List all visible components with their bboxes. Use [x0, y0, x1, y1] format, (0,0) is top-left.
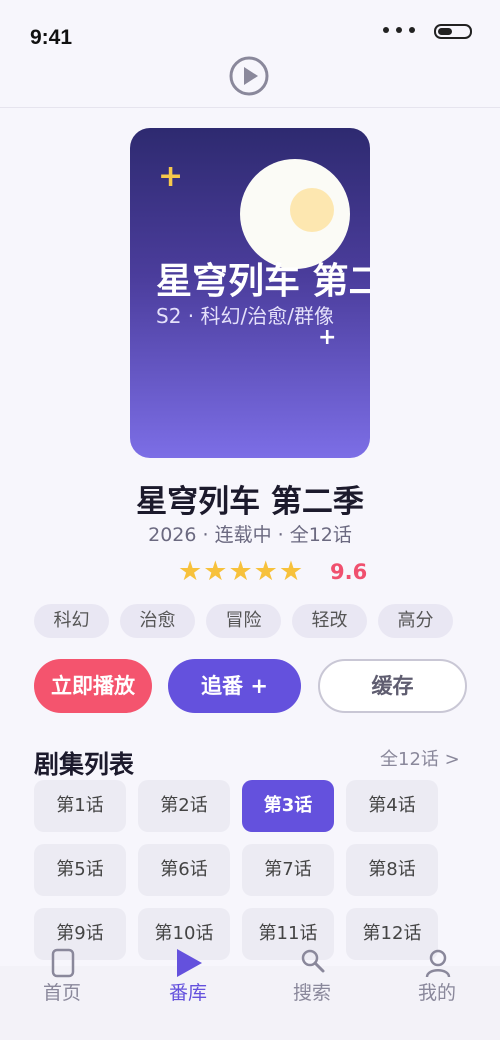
- star-icon: ★: [203, 556, 228, 587]
- signal-dot-icon: [383, 27, 389, 33]
- cover-image[interactable]: + + 星穹列车 第二季 S2 · 科幻/治愈/群像: [130, 128, 370, 458]
- episode-button[interactable]: 第6话: [138, 844, 230, 896]
- episode-button[interactable]: 第1话: [34, 780, 126, 832]
- nav-label: 我的: [417, 982, 456, 1004]
- tag-chip[interactable]: 高分: [378, 604, 453, 638]
- battery-icon: [434, 24, 472, 39]
- phone-icon: [51, 948, 75, 978]
- episode-button[interactable]: 第4话: [346, 780, 438, 832]
- nav-label: 番库: [168, 982, 207, 1004]
- episode-button[interactable]: 第8话: [346, 844, 438, 896]
- status-time: 9:41: [30, 26, 73, 49]
- nav-item-search[interactable]: 搜索: [262, 949, 362, 1040]
- follow-button[interactable]: 追番 +: [168, 659, 301, 713]
- signal-dot-icon: [396, 27, 402, 33]
- bottom-nav: 首页 番库 搜索 我的: [0, 948, 500, 1040]
- star-icon: ★: [178, 556, 203, 587]
- show-title: 星穹列车 第二季: [136, 484, 364, 520]
- signal-dot-icon: [409, 27, 415, 33]
- sparkle-icon: +: [158, 159, 184, 194]
- episode-button-active[interactable]: 第3话: [242, 780, 334, 832]
- nav-item-library[interactable]: 番库: [138, 949, 238, 1040]
- episode-button[interactable]: 第5话: [34, 844, 126, 896]
- episode-button[interactable]: 第2话: [138, 780, 230, 832]
- sun-core-decoration: [290, 188, 334, 232]
- header-divider: [0, 107, 500, 108]
- star-icon: ★: [278, 556, 304, 587]
- nav-item-home[interactable]: 首页: [12, 948, 112, 1040]
- tag-chip[interactable]: 治愈: [120, 604, 195, 638]
- rating-stars: ★ ★ ★ ★ ★: [178, 557, 304, 587]
- nav-item-profile[interactable]: 我的: [387, 949, 487, 1040]
- cover-subtitle: S2 · 科幻/治愈/群像: [156, 304, 334, 328]
- episode-button[interactable]: 第7话: [242, 844, 334, 896]
- star-icon: ★: [253, 556, 278, 587]
- star-icon: ★: [228, 556, 253, 587]
- sparkle-icon: +: [318, 325, 337, 350]
- tag-chip[interactable]: 冒险: [206, 604, 281, 638]
- tag-chip[interactable]: 轻改: [292, 604, 367, 638]
- cache-button[interactable]: 缓存: [318, 659, 467, 713]
- all-episodes-link[interactable]: 全12话 >: [380, 745, 460, 771]
- play-circle-icon[interactable]: [229, 56, 269, 96]
- tag-chip[interactable]: 科幻: [34, 604, 109, 638]
- cover-title: 星穹列车 第二季: [156, 261, 370, 302]
- nav-label: 搜索: [292, 982, 331, 1004]
- nav-label: 首页: [42, 982, 81, 1004]
- user-icon: [425, 949, 451, 978]
- play-triangle-icon: [177, 949, 202, 977]
- episode-button[interactable]: 第9话: [34, 908, 126, 960]
- show-meta: 2026 · 连载中 · 全12话: [148, 524, 352, 546]
- rating-score: 9.6: [330, 560, 368, 584]
- episode-list-heading: 剧集列表: [34, 750, 135, 779]
- play-now-button[interactable]: 立即播放: [34, 659, 152, 713]
- search-icon: [301, 949, 325, 973]
